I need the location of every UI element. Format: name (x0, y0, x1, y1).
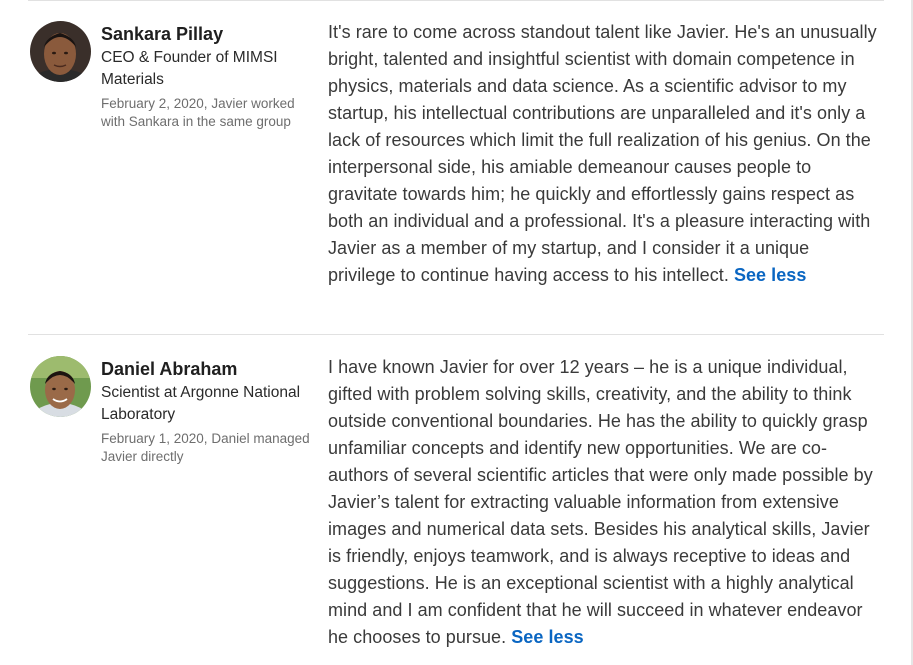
see-less-button[interactable]: See less (511, 627, 583, 647)
recommendation-meta: February 2, 2020, Javier worked with San… (101, 96, 295, 129)
recommender-headline: CEO & Founder of MIMSI Materials (101, 49, 278, 88)
recommendation-meta: February 1, 2020, Daniel managed Javier … (101, 431, 310, 464)
recommendation-text-block: It's rare to come across standout talent… (328, 19, 880, 289)
person-photo-avatar-icon (30, 356, 91, 417)
recommender-name[interactable]: Daniel Abraham (101, 358, 237, 380)
recommendation-text-block: I have known Javier for over 12 years – … (328, 354, 880, 651)
top-divider (28, 0, 884, 1)
recommendation-divider (28, 334, 884, 335)
see-less-button[interactable]: See less (734, 265, 806, 285)
recommender-headline: Scientist at Argonne National Laboratory (101, 384, 301, 423)
recommendation-text: It's rare to come across standout talent… (328, 22, 877, 285)
recommendation-text: I have known Javier for over 12 years – … (328, 357, 873, 647)
avatar[interactable] (30, 21, 91, 82)
person-photo-avatar-icon (30, 21, 91, 82)
recommender-name[interactable]: Sankara Pillay (101, 23, 223, 45)
avatar[interactable] (30, 356, 91, 417)
